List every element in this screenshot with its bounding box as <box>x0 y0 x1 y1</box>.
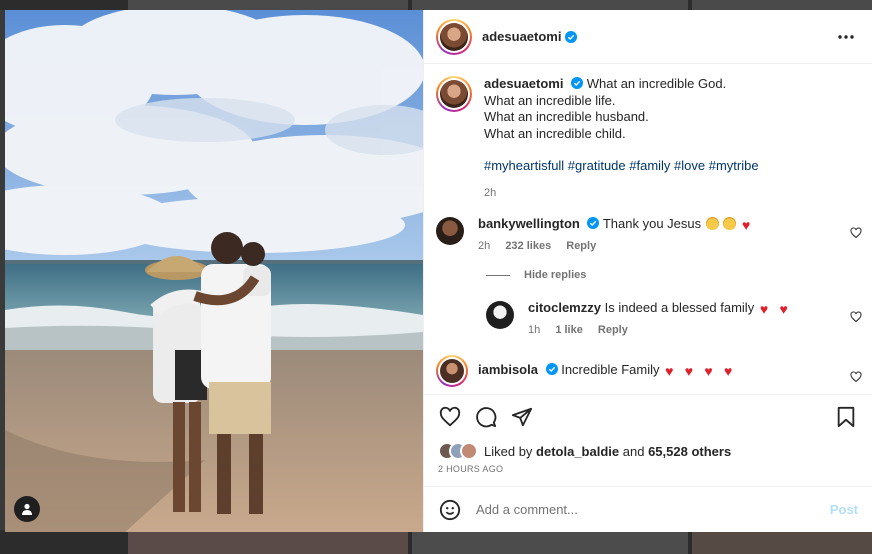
liked-by-others[interactable]: 65,528 others <box>648 444 731 459</box>
commenter-avatar[interactable] <box>436 217 464 245</box>
caption-line: What an incredible life. <box>484 92 616 108</box>
comment-icon <box>476 407 497 428</box>
verified-icon <box>587 217 600 229</box>
more-icon <box>838 34 854 39</box>
heart-emoji-icon: ♥ <box>723 363 733 379</box>
backdrop-thumb[interactable] <box>412 0 688 10</box>
like-comment-icon[interactable] <box>850 371 862 383</box>
emoji-icon <box>705 217 719 230</box>
emoji-icon <box>723 217 737 230</box>
heart-emoji-icon: ♥ <box>665 363 674 379</box>
comment-text: Thank you Jesus <box>602 216 702 231</box>
share-button[interactable] <box>510 405 534 429</box>
like-comment-icon[interactable] <box>850 311 862 323</box>
reply-comment: citoclemzzy Is indeed a blessed family ♥… <box>424 299 872 339</box>
liked-by-prefix: Liked by <box>484 443 533 459</box>
heart-emoji-icon: ♥ <box>779 301 788 317</box>
comment-likes[interactable]: 232 likes <box>505 240 551 252</box>
comment-time[interactable]: 1h <box>528 324 540 336</box>
commenter-avatar[interactable] <box>486 301 514 329</box>
post-caption: adesuaetomi What an incredible God. What… <box>424 64 872 201</box>
backdrop-thumb[interactable] <box>412 532 688 554</box>
caption-line: What an incredible husband. <box>484 109 649 124</box>
caption-avatar[interactable] <box>436 76 472 112</box>
caption-author[interactable]: adesuaetomi <box>484 76 563 91</box>
emoji-button[interactable] <box>438 498 462 522</box>
comment-author[interactable]: citoclemzzy <box>528 300 601 315</box>
post-modal: adesuaetomi adesuaetomi What an incredib… <box>5 10 872 532</box>
author-avatar[interactable] <box>436 18 472 55</box>
add-comment-bar: Post <box>424 486 872 532</box>
caption-line: What an incredible child. <box>484 125 626 141</box>
heart-emoji-icon: ♥ <box>684 363 694 379</box>
caption-time[interactable]: 2h <box>484 185 759 202</box>
reply-button[interactable]: Reply <box>566 240 596 252</box>
comment-text: Is indeed a blessed family <box>604 300 755 315</box>
liked-by-and: and <box>622 443 645 459</box>
verified-icon <box>571 77 584 89</box>
post-photo <box>5 10 423 532</box>
heart-emoji-icon: ♥ <box>704 363 713 379</box>
heart-icon <box>439 406 461 427</box>
comments-section[interactable]: adesuaetomi What an incredible God. What… <box>424 64 872 394</box>
bookmark-icon <box>837 406 855 428</box>
post-side-panel: adesuaetomi adesuaetomi What an incredib… <box>423 10 872 532</box>
backdrop-thumb[interactable] <box>128 0 408 10</box>
reply-button[interactable]: Reply <box>598 324 628 336</box>
likes-summary: Liked by detola_baldie and 65,528 others <box>438 439 858 463</box>
backdrop-thumb[interactable] <box>692 0 872 10</box>
comment-author[interactable]: iambisola <box>478 362 538 377</box>
emoji-icon <box>439 499 461 520</box>
posted-ago[interactable]: 2 HOURS AGO <box>438 464 858 480</box>
author-handle[interactable]: adesuaetomi <box>482 29 561 44</box>
comment: bankywellington Thank you Jesus ♥ 2h 232… <box>424 215 872 255</box>
user-tag-icon <box>22 503 32 515</box>
hashtags[interactable]: #myheartisfull #gratitude #family #love … <box>484 158 759 175</box>
caption-line: What an incredible God. <box>586 76 727 91</box>
like-button[interactable] <box>438 405 462 429</box>
heart-emoji-icon: ♥ <box>759 301 769 317</box>
post-actions: Liked by detola_baldie and 65,528 others… <box>424 394 872 480</box>
post-header: adesuaetomi <box>424 10 872 64</box>
more-options-button[interactable] <box>834 25 858 49</box>
liker-avatars[interactable] <box>438 442 478 460</box>
comment-button[interactable] <box>474 405 498 429</box>
backdrop-thumb[interactable] <box>128 532 408 554</box>
post-comment-button[interactable]: Post <box>830 502 858 517</box>
save-button[interactable] <box>834 405 858 429</box>
comment-author[interactable]: bankywellington <box>478 216 580 231</box>
comment-text: Incredible Family <box>561 362 660 377</box>
verified-icon <box>545 363 558 375</box>
heart-emoji-icon: ♥ <box>742 217 751 233</box>
user-tag-button[interactable] <box>14 496 40 522</box>
hide-replies-label: Hide replies <box>524 269 587 281</box>
backdrop-thumb[interactable] <box>692 532 872 554</box>
comment-input[interactable] <box>476 502 830 517</box>
share-icon <box>511 407 533 427</box>
like-comment-icon[interactable] <box>850 227 862 239</box>
comment-time[interactable]: 2h <box>478 240 490 252</box>
liked-by-user[interactable]: detola_baldie <box>536 444 619 459</box>
hide-replies-button[interactable]: Hide replies <box>486 269 872 281</box>
comment: iambisola Incredible Family ♥ ♥ ♥ ♥ <box>424 355 872 387</box>
comment-likes[interactable]: 1 like <box>555 324 583 336</box>
beach-family-photo <box>5 10 423 532</box>
verified-icon <box>565 30 578 43</box>
commenter-avatar[interactable] <box>436 355 468 387</box>
